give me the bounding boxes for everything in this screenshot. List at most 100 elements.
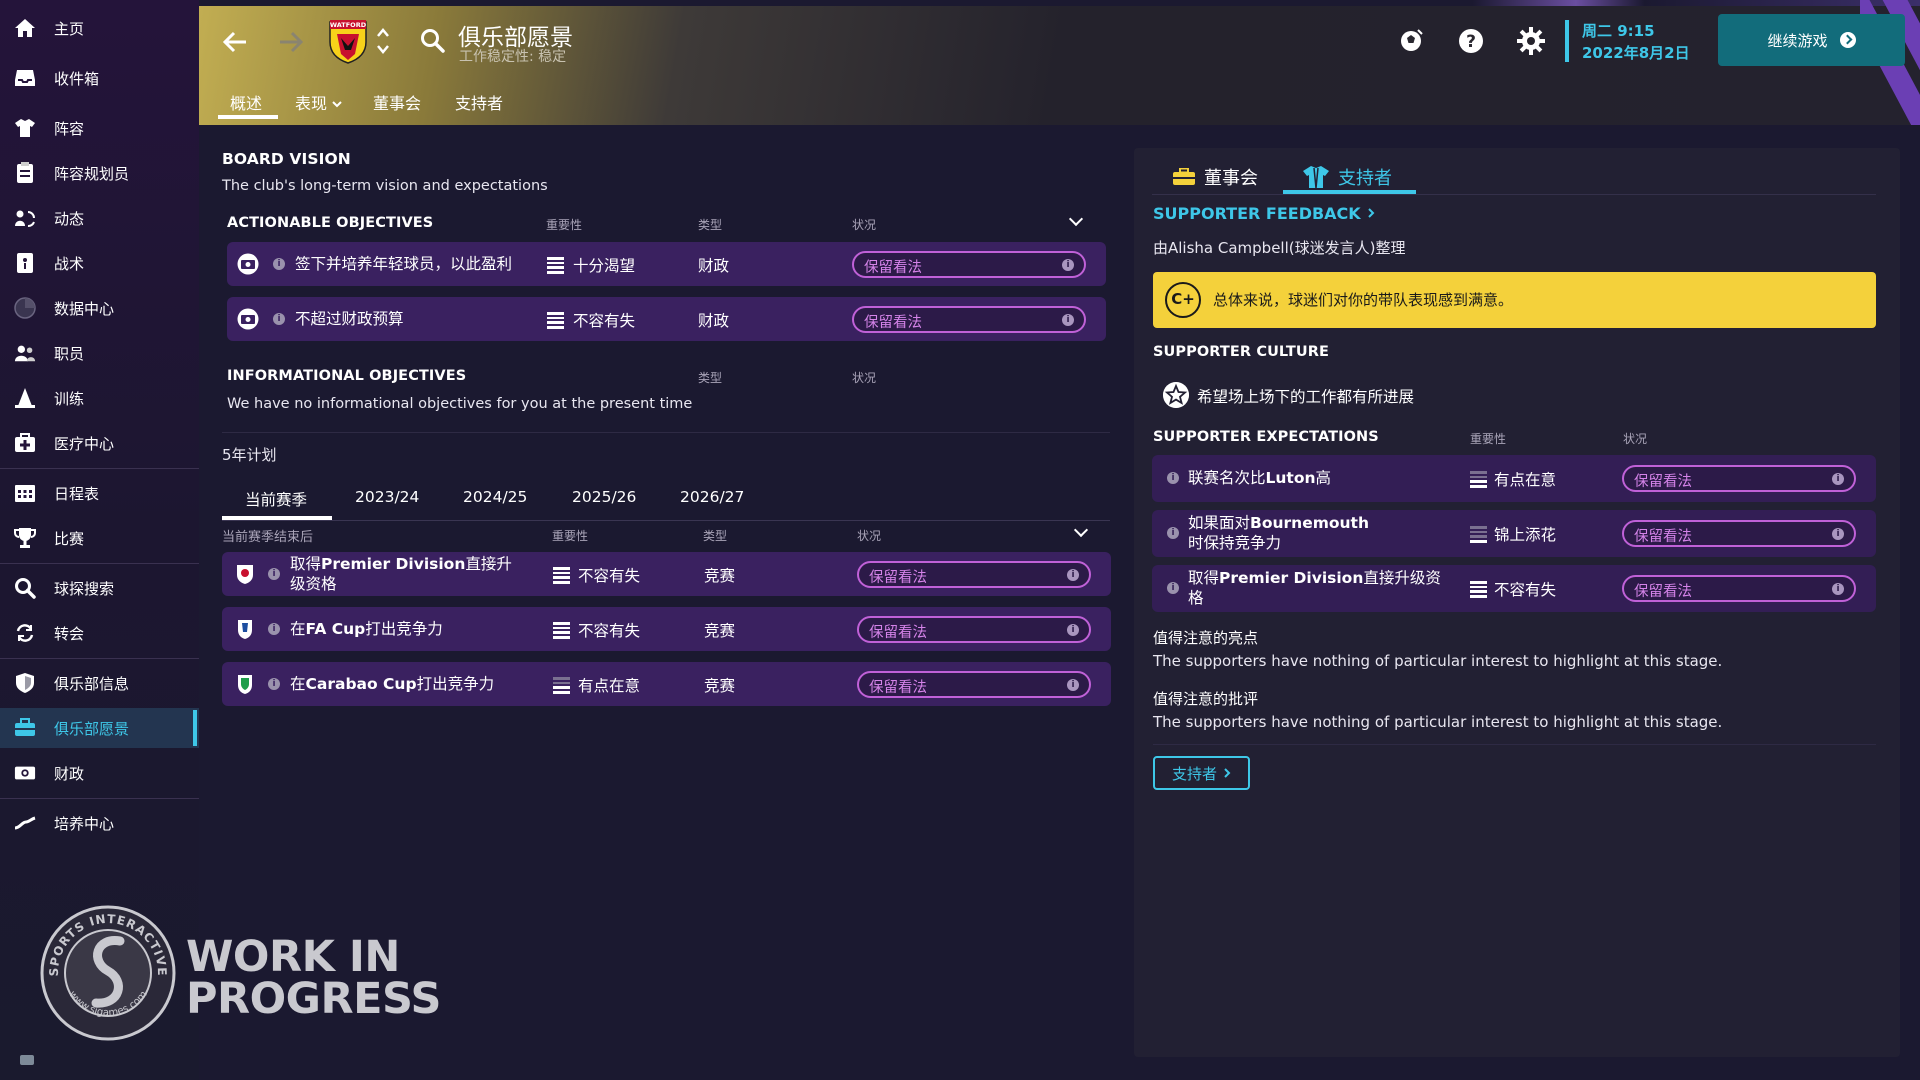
objective-text: 签下并培养年轻球员，以此盈利 [295, 255, 513, 273]
info-icon[interactable]: i [1067, 679, 1079, 691]
expectation-row[interactable]: i 联赛名次比Luton高 有点在意 保留看法 i [1152, 455, 1876, 502]
objective-row[interactable]: i 签下并培养年轻球员，以此盈利 十分渴望 财政 保留看法 i [227, 242, 1106, 286]
expectation-row[interactable]: i 如果面对Bournemouth 时保持竞争力 锦上添花 保留看法 i [1152, 510, 1876, 557]
plan-tab-2025-26[interactable]: 2025/26 [572, 488, 636, 506]
status-pill[interactable]: 保留看法 i [1622, 520, 1856, 547]
sidebar-item-squad-planner[interactable]: 阵容规划员 [0, 153, 199, 193]
sidebar-item-development[interactable]: 培养中心 [0, 803, 199, 843]
sidebar-item-inbox[interactable]: 收件箱 [0, 58, 199, 98]
sidebar-item-label: 培养中心 [54, 814, 115, 833]
status-pill[interactable]: 保留看法 i [857, 671, 1091, 698]
sidebar-item-staff[interactable]: 职员 [0, 333, 199, 373]
gear-icon[interactable] [1516, 26, 1546, 56]
sidebar-item-home[interactable]: 主页 [0, 8, 199, 48]
sidebar-item-label: 球探搜索 [54, 579, 115, 598]
sidebar-item-squad[interactable]: 阵容 [0, 108, 199, 148]
sidebar-item-training[interactable]: 训练 [0, 378, 199, 418]
tab-board[interactable]: 董事会 [373, 90, 421, 114]
club-switch-icon[interactable] [375, 26, 391, 56]
plan-tab-2024-25[interactable]: 2024/25 [463, 488, 527, 506]
plan-objective-text: 在Carabao Cup打出竞争力 [290, 674, 494, 694]
info-icon[interactable]: i [273, 258, 285, 270]
plan-row[interactable]: i 在Carabao Cup打出竞争力 有点在意 竞赛 保留看法 i [222, 662, 1111, 706]
briefcase-icon [1173, 168, 1195, 185]
info-icon[interactable]: i [1167, 527, 1179, 539]
objective-row[interactable]: i 不超过财政预算 不容有失 财政 保留看法 i [227, 297, 1106, 341]
sidebar-item-label: 战术 [54, 254, 85, 273]
status-pill[interactable]: 保留看法 i [1622, 465, 1856, 492]
sidebar-item-tactics[interactable]: 战术 [0, 243, 199, 283]
status-label: 保留看法 [1634, 474, 1692, 490]
info-icon[interactable]: i [1167, 582, 1179, 594]
info-icon[interactable]: i [1067, 569, 1079, 581]
info-icon[interactable]: i [268, 568, 280, 580]
info-icon[interactable]: i [1832, 583, 1844, 595]
supporters-button[interactable]: 支持者 [1153, 756, 1250, 790]
tab-supporters[interactable]: 支持者 [455, 90, 503, 114]
importance-bars-icon [547, 257, 564, 274]
tab-performance[interactable]: 表现 [295, 90, 343, 114]
column-header-importance: 重要性 [552, 529, 589, 543]
sidebar-item-club-info[interactable]: 俱乐部信息 [0, 663, 199, 703]
sidebar-item-label: 俱乐部信息 [54, 674, 130, 693]
sidebar-item-scouting[interactable]: 球探搜索 [0, 568, 199, 608]
sports-interactive-logo: SPORTS INTERACTIVE www.sigames.com [40, 905, 176, 1041]
supporter-feedback-link[interactable]: SUPPORTER FEEDBACK [1153, 204, 1376, 223]
status-pill[interactable]: 保留看法 i [852, 306, 1086, 333]
medical-kit-icon [14, 432, 36, 454]
sidebar-item-club-vision[interactable]: 俱乐部愿景 [0, 708, 199, 748]
club-badge[interactable]: WATFORD [327, 16, 369, 64]
plan-tab-2026-27[interactable]: 2026/27 [680, 488, 744, 506]
info-icon[interactable]: i [1832, 528, 1844, 540]
info-icon[interactable]: i [268, 678, 280, 690]
status-pill[interactable]: 保留看法 i [857, 616, 1091, 643]
continue-button[interactable]: 继续游戏 [1718, 14, 1905, 66]
plan-tab-2023-24[interactable]: 2023/24 [355, 488, 419, 506]
info-icon[interactable]: i [1167, 472, 1179, 484]
sidebar-item-schedule[interactable]: 日程表 [0, 473, 199, 513]
tab-overview[interactable]: 概述 [230, 90, 262, 114]
back-arrow-icon[interactable] [220, 28, 252, 56]
info-icon[interactable]: i [268, 623, 280, 635]
column-header-type: 类型 [703, 529, 728, 543]
development-icon [14, 812, 36, 834]
chevron-down-icon[interactable] [1073, 522, 1089, 538]
sidebar-item-transfers[interactable]: 转会 [0, 613, 199, 653]
status-pill[interactable]: 保留看法 i [857, 561, 1091, 588]
active-tab-indicator [218, 115, 278, 119]
sidebar-divider [0, 563, 199, 564]
plan-row[interactable]: i 在FA Cup打出竞争力 不容有失 竞赛 保留看法 i [222, 607, 1111, 651]
forward-arrow-icon[interactable] [274, 28, 306, 56]
plan-objective-text-part: 级资格 [290, 575, 337, 593]
football-help-icon[interactable] [1396, 26, 1426, 56]
info-icon[interactable]: i [1067, 624, 1079, 636]
info-icon[interactable]: i [1832, 473, 1844, 485]
supporter-feedback-summary: 总体来说，球迷们对你的带队表现感到满意。 [1213, 291, 1514, 309]
info-icon[interactable]: i [1062, 314, 1074, 326]
sidebar-item-data-hub[interactable]: 数据中心 [0, 288, 199, 328]
plan-row[interactable]: i 取得Premier Division直接升 级资格 不容有失 竞赛 保留看法 … [222, 552, 1111, 596]
sidebar-item-label: 收件箱 [54, 69, 100, 88]
plan-objective-text-part: 打出竞争力 [416, 675, 495, 693]
panel-tab-board[interactable]: 董事会 [1172, 164, 1258, 190]
expectation-row[interactable]: i 取得Premier Division直接升级资格 不容有失 保留看法 i [1152, 565, 1876, 612]
plan-tab-current-season[interactable]: 当前赛季 [245, 488, 307, 510]
info-icon[interactable]: i [1062, 259, 1074, 271]
sidebar-item-competitions[interactable]: 比赛 [0, 518, 199, 558]
expectation-text-part: 联赛名次比 [1188, 469, 1266, 487]
work-in-progress-watermark: WORK IN PROGRESS [186, 936, 441, 1021]
staff-icon [14, 342, 36, 364]
help-icon[interactable]: ? [1456, 26, 1486, 56]
info-icon[interactable]: i [273, 313, 285, 325]
status-pill[interactable]: 保留看法 i [1622, 575, 1856, 602]
chevron-down-icon[interactable] [1068, 211, 1084, 227]
supporter-culture-item: 希望场上场下的工作都有所进展 [1197, 388, 1415, 406]
panel-tab-supporters[interactable]: 支持者 [1302, 164, 1392, 190]
sidebar-item-dynamics[interactable]: 动态 [0, 198, 199, 238]
status-pill[interactable]: 保留看法 i [852, 251, 1086, 278]
search-icon[interactable] [420, 28, 446, 54]
sidebar-item-finances[interactable]: 财政 [0, 753, 199, 793]
column-header-status: 状况 [852, 218, 877, 232]
plan-objective-text-part: 打出竞争力 [365, 620, 443, 638]
sidebar-item-medical[interactable]: 医疗中心 [0, 423, 199, 463]
